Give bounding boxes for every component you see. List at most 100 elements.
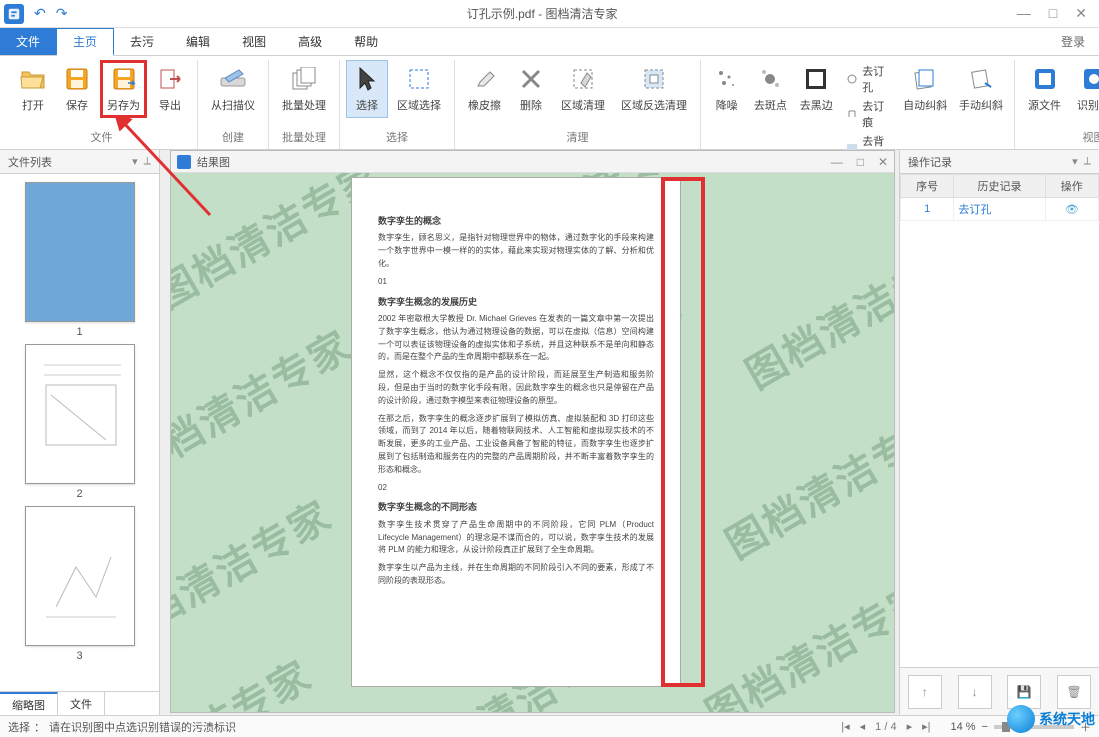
area-invert-icon	[640, 65, 668, 93]
export-button[interactable]: 导出	[149, 60, 191, 118]
login-button[interactable]: 登录	[1047, 28, 1099, 55]
eraser-button[interactable]: 橡皮擦	[461, 60, 508, 118]
open-button[interactable]: 打开	[12, 60, 54, 118]
recognize-view-button[interactable]: 识别图	[1070, 60, 1099, 118]
delete-icon	[517, 65, 545, 93]
from-scanner-button[interactable]: 从扫描仪	[204, 60, 262, 118]
menu-tab-edit[interactable]: 编辑	[170, 28, 226, 55]
menu-tab-advanced[interactable]: 高级	[282, 28, 338, 55]
ribbon-group-ops: 降噪 去斑点 去黑边 去订孔 去订痕 去背景 自动纠斜 手动纠斜 操作	[701, 60, 1015, 149]
history-item-link[interactable]: 去订孔	[954, 198, 1045, 221]
floppy-save-icon	[63, 65, 91, 93]
left-tab-files[interactable]: 文件	[58, 692, 105, 715]
history-menu-icon[interactable]: ▾	[1072, 155, 1078, 168]
doc-minimize-button[interactable]: —	[831, 155, 843, 169]
menu-tab-clean[interactable]: 去污	[114, 28, 170, 55]
ribbon-group-file: 打开 保存 另存为 导出 文件	[6, 60, 198, 149]
left-tab-thumbnails[interactable]: 缩略图	[0, 692, 58, 715]
filter-icon[interactable]: ▾	[132, 155, 138, 168]
window-title: 订孔示例.pdf - 图档清洁专家	[67, 5, 1016, 22]
menu-tab-view[interactable]: 视图	[226, 28, 282, 55]
floppy-saveas-icon	[110, 65, 138, 93]
document-area: 结果图 — □ ✕ 图档清洁专家 图档清洁专家 图档清洁专家 图档清洁专家 图档…	[160, 150, 899, 715]
doc-maximize-button[interactable]: □	[857, 155, 864, 169]
black-edge-icon	[802, 65, 830, 93]
qat-redo-icon[interactable]: ↷	[56, 5, 68, 22]
page-navigation: |◂ ◂ 1 / 4 ▸ ▸|	[841, 720, 930, 733]
batch-process-button[interactable]: 批量处理	[275, 60, 333, 118]
quick-access-toolbar: ↶ ↷	[34, 5, 67, 22]
ribbon-group-clean: 橡皮擦 删除 区域清理 区域反选清理 清理	[455, 60, 701, 149]
nav-last-button[interactable]: ▸|	[922, 720, 930, 733]
marquee-icon	[405, 65, 433, 93]
export-icon	[156, 65, 184, 93]
area-invert-clean-button[interactable]: 区域反选清理	[614, 60, 694, 118]
main-area: 文件列表 ▾ ⟂ 1 2 3 缩略图 文件 结果图 — □ ✕	[0, 150, 1099, 715]
history-down-button[interactable]: ↓	[958, 675, 992, 709]
title-bar: ↶ ↷ 订孔示例.pdf - 图档清洁专家 — □ ✕	[0, 0, 1099, 28]
menu-tab-home[interactable]: 主页	[56, 28, 114, 56]
menu-bar: 文件 主页 去污 编辑 视图 高级 帮助 登录	[0, 28, 1099, 56]
denoise-button[interactable]: 降噪	[707, 60, 746, 118]
thumbnail-3[interactable]: 3	[20, 506, 140, 662]
file-list-panel: 文件列表 ▾ ⟂ 1 2 3 缩略图 文件	[0, 150, 160, 715]
zoom-level: 14 %	[950, 721, 975, 733]
watermark-logo: 系统天地	[1007, 705, 1095, 733]
nav-next-button[interactable]: ▸	[907, 720, 913, 733]
ribbon: 打开 保存 另存为 导出 文件 从扫描仪 创建 批量处理 批量处理 选择 区域选…	[0, 56, 1099, 150]
result-window-titlebar: 结果图 — □ ✕	[171, 151, 894, 173]
page-indicator: 1 / 4	[875, 721, 896, 733]
qat-undo-icon[interactable]: ↶	[34, 5, 46, 22]
zoom-out-button[interactable]: −	[982, 721, 988, 733]
area-select-button[interactable]: 区域选择	[390, 60, 448, 118]
delete-button[interactable]: 删除	[510, 60, 552, 118]
auto-deskew-button[interactable]: 自动纠斜	[898, 60, 952, 118]
window-controls: — □ ✕	[1017, 5, 1095, 22]
left-panel-tabs: 缩略图 文件	[0, 691, 159, 715]
save-button[interactable]: 保存	[56, 60, 98, 118]
status-bar: 选择 ： 请在识别图中点选识别错误的污渍标识 |◂ ◂ 1 / 4 ▸ ▸| 1…	[0, 715, 1099, 737]
remove-black-edge-button[interactable]: 去黑边	[794, 60, 838, 118]
remove-binding-holes-button[interactable]: 去订孔	[844, 62, 892, 96]
history-save-button[interactable]: 💾	[1007, 675, 1041, 709]
thumbnail-list[interactable]: 1 2 3	[0, 174, 159, 691]
history-col-record: 历史记录	[954, 175, 1045, 198]
ribbon-group-view: 源文件 识别图 结果图 视图	[1015, 60, 1099, 149]
collapse-panel-icon[interactable]: ⟂	[144, 155, 151, 168]
auto-deskew-icon	[911, 65, 939, 93]
annotation-highlight-box	[661, 177, 705, 687]
document-canvas[interactable]: 图档清洁专家 图档清洁专家 图档清洁专家 图档清洁专家 图档清洁专家 图档清洁专…	[171, 173, 894, 712]
save-as-button[interactable]: 另存为	[100, 60, 147, 118]
status-hint: 请在识别图中点选识别错误的污渍标识	[49, 719, 236, 735]
history-row[interactable]: 1 去订孔 👁	[901, 198, 1099, 221]
thumbnail-1[interactable]: 1	[20, 182, 140, 338]
app-icon	[4, 4, 24, 24]
minimize-button[interactable]: —	[1017, 5, 1031, 22]
thumbnail-2[interactable]: 2	[20, 344, 140, 500]
history-delete-button[interactable]: 🗑	[1057, 675, 1091, 709]
history-table: 序号 历史记录 操作 1 去订孔 👁	[900, 174, 1099, 221]
cursor-icon	[353, 65, 381, 93]
close-button[interactable]: ✕	[1075, 5, 1087, 22]
source-view-button[interactable]: 源文件	[1021, 60, 1068, 118]
select-button[interactable]: 选择	[346, 60, 388, 118]
menu-tab-help[interactable]: 帮助	[338, 28, 394, 55]
history-panel: 操作记录 ▾ ⟂ 序号 历史记录 操作 1 去订孔 👁 ↑ ↓ 💾 🗑	[899, 150, 1099, 715]
maximize-button[interactable]: □	[1049, 5, 1057, 22]
nav-first-button[interactable]: |◂	[841, 720, 849, 733]
menu-file[interactable]: 文件	[0, 28, 56, 55]
nav-prev-button[interactable]: ◂	[860, 720, 866, 733]
history-collapse-icon[interactable]: ⟂	[1084, 155, 1091, 168]
result-window-icon	[177, 155, 191, 169]
manual-deskew-button[interactable]: 手动纠斜	[954, 60, 1008, 118]
ribbon-group-create: 从扫描仪 创建	[198, 60, 269, 149]
doc-close-button[interactable]: ✕	[878, 155, 888, 169]
history-item-view-icon[interactable]: 👁	[1045, 198, 1098, 221]
history-col-action: 操作	[1045, 175, 1098, 198]
despot-button[interactable]: 去斑点	[748, 60, 792, 118]
history-col-index: 序号	[901, 175, 954, 198]
rendered-page: 数字孪生的概念 数字孪生，顾名思义，是指针对物理世界中的物体，通过数字化的手段来…	[351, 177, 681, 687]
history-up-button[interactable]: ↑	[908, 675, 942, 709]
remove-staple-marks-button[interactable]: 去订痕	[844, 97, 892, 131]
area-clean-button[interactable]: 区域清理	[554, 60, 612, 118]
